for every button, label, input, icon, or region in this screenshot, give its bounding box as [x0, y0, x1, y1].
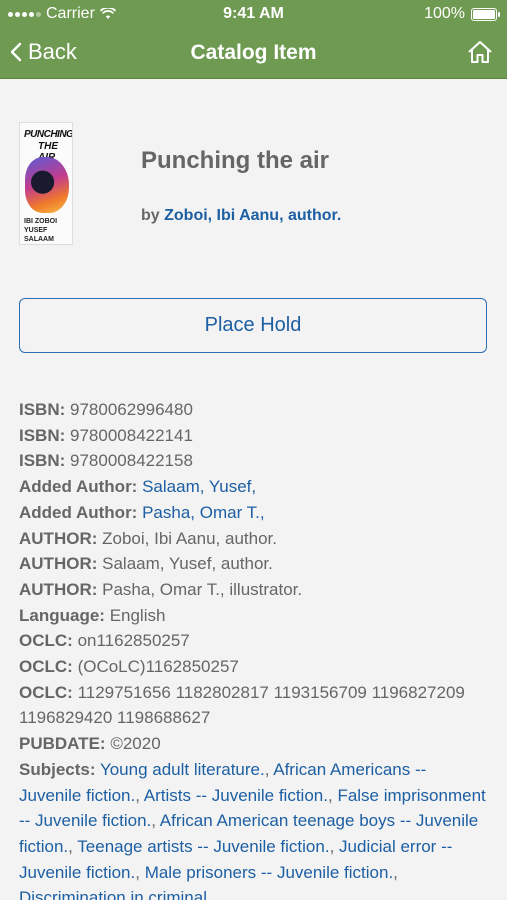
subject-link[interactable]: Young adult literature. — [100, 760, 265, 779]
item-title: Punching the air — [141, 147, 330, 174]
cover-artwork — [25, 157, 69, 213]
home-button[interactable] — [467, 40, 493, 69]
book-cover-image: PUNCHING THE AIR IBI ZOBOI YUSEF SALAAM — [19, 122, 73, 245]
item-byline: by Zoboi, Ibi Aanu, author. — [141, 207, 341, 225]
navigation-bar: Back Catalog Item — [0, 30, 507, 79]
detail-row: Language: English — [19, 605, 166, 625]
battery-percent: 100% — [424, 5, 465, 22]
detail-row: ISBN: 9780008422158 — [19, 451, 193, 471]
subject-link[interactable]: Discrimination in criminal — [19, 888, 207, 900]
subject-link[interactable]: Male prisoners -- Juvenile fiction. — [145, 863, 393, 882]
author-link[interactable]: Zoboi, Ibi Aanu, author. — [164, 207, 341, 224]
detail-row: OCLC: on1162850257 — [19, 631, 190, 651]
detail-row: OCLC: (OCoLC)1162850257 — [19, 657, 239, 677]
status-bar: Carrier 9:41 AM 100% — [0, 0, 507, 30]
page-title: Catalog Item — [190, 41, 317, 64]
subject-link[interactable]: Teenage artists -- Juvenile fiction. — [77, 837, 329, 856]
subjects-label: Subjects: — [19, 759, 96, 779]
cover-title-line1: PUNCHING — [24, 129, 73, 140]
cover-author-line1: IBI ZOBOI — [24, 218, 58, 225]
home-icon — [468, 41, 492, 63]
detail-row: PUBDATE: ©2020 — [19, 734, 161, 754]
cover-author-line2: YUSEF SALAAM — [24, 227, 54, 243]
detail-row: Added Author: Pasha, Omar T., — [19, 502, 265, 522]
detail-row: ISBN: 9780008422141 — [19, 425, 193, 445]
subject-link[interactable]: Artists -- Juvenile fiction. — [144, 786, 328, 805]
detail-row: AUTHOR: Pasha, Omar T., illustrator. — [19, 579, 303, 599]
by-prefix: by — [141, 207, 160, 224]
added-author-link[interactable]: Pasha, Omar T., — [142, 503, 265, 522]
detail-row: ISBN: 9780062996480 — [19, 400, 193, 419]
subjects-row: Subjects: Young adult literature., Afric… — [19, 757, 489, 900]
detail-row: Added Author: Salaam, Yusef, — [19, 477, 257, 497]
item-details: ISBN: 9780062996480 ISBN: 9780008422141 … — [19, 397, 489, 900]
detail-row: AUTHOR: Salaam, Yusef, author. — [19, 554, 273, 574]
battery-icon — [471, 7, 500, 21]
place-hold-button[interactable]: Place Hold — [19, 298, 487, 353]
added-author-link[interactable]: Salaam, Yusef, — [142, 477, 256, 496]
catalog-item-content[interactable]: PUNCHING THE AIR IBI ZOBOI YUSEF SALAAM … — [0, 79, 507, 900]
detail-row: OCLC: 1129751656 1182802817 1193156709 1… — [19, 682, 465, 728]
detail-row: AUTHOR: Zoboi, Ibi Aanu, author. — [19, 528, 277, 548]
